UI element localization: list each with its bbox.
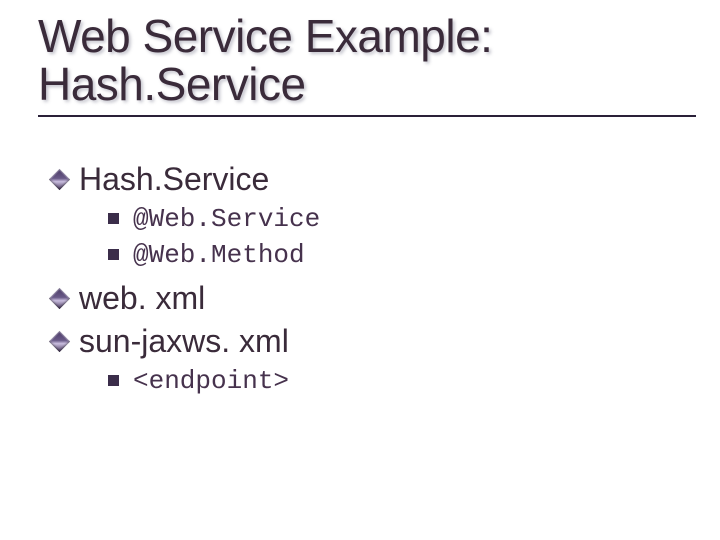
bullet-sun-jaxws: sun-jaxws. xml (52, 323, 696, 360)
square-icon (108, 249, 119, 260)
diamond-icon (49, 168, 70, 189)
content-body: Hash.Service @Web.Service @Web.Method we… (38, 161, 696, 396)
title-line-1: Web Service Example: (38, 12, 696, 60)
bullet-text: Hash.Service (79, 161, 269, 198)
title-line-2: Hash.Service (38, 60, 696, 108)
diamond-icon (49, 330, 70, 351)
subbullet-webservice: @Web.Service (108, 204, 696, 234)
bullet-hash-service: Hash.Service (52, 161, 696, 198)
subbullet-webmethod: @Web.Method (108, 240, 696, 270)
square-icon (108, 375, 119, 386)
subbullet-text: @Web.Method (133, 240, 305, 270)
diamond-icon (49, 287, 70, 308)
square-icon (108, 213, 119, 224)
subbullet-text: @Web.Service (133, 204, 320, 234)
title-block: Web Service Example: Hash.Service (38, 12, 696, 117)
subbullet-endpoint: <endpoint> (108, 366, 696, 396)
subbullet-text: <endpoint> (133, 366, 289, 396)
slide: Web Service Example: Hash.Service Hash.S… (0, 0, 720, 540)
bullet-text: web. xml (79, 280, 205, 317)
bullet-text: sun-jaxws. xml (79, 323, 289, 360)
bullet-web-xml: web. xml (52, 280, 696, 317)
